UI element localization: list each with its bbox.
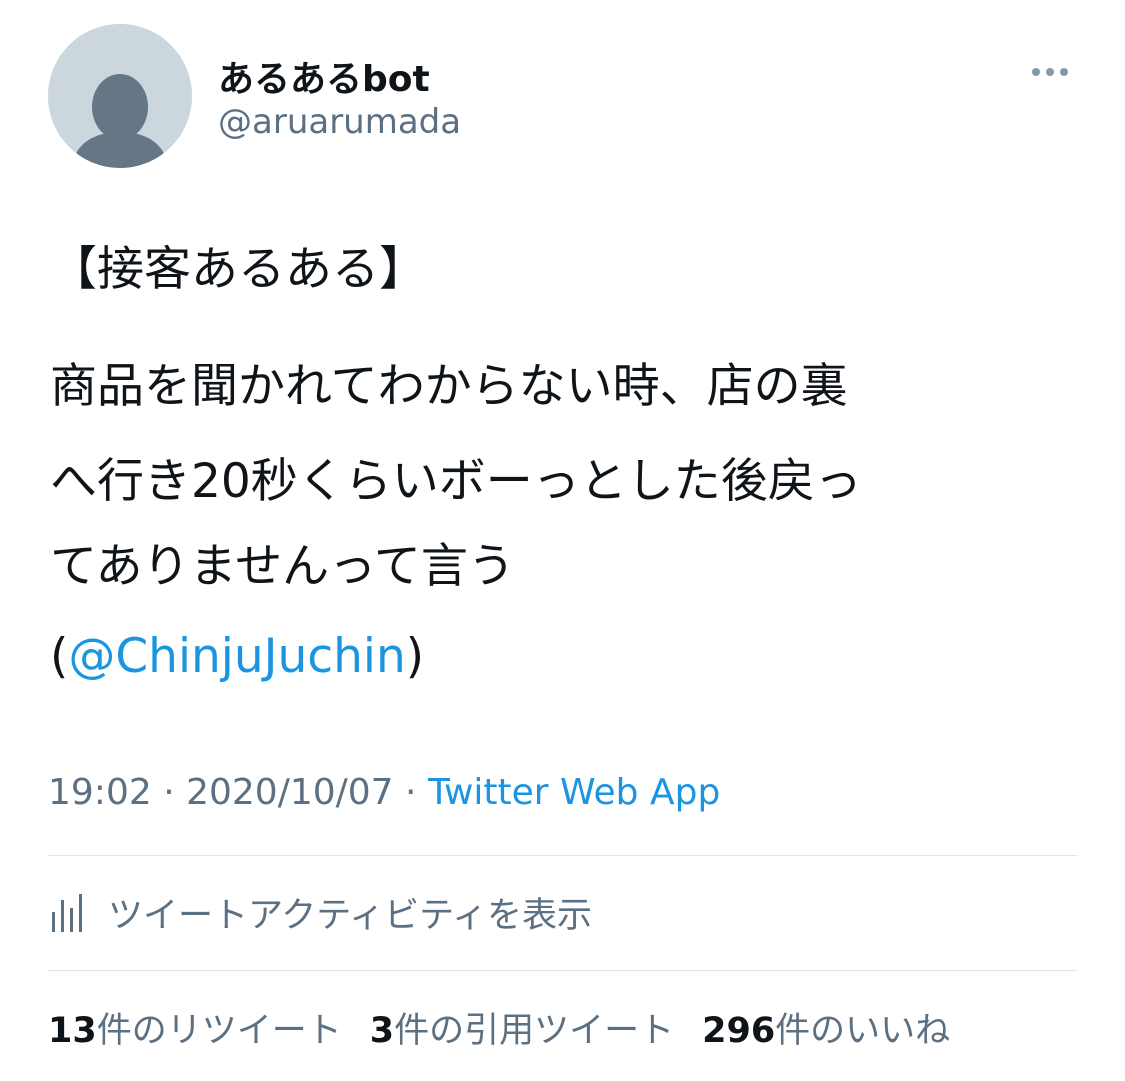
tweet-activity-label: ツイートアクティビティを表示	[108, 895, 593, 936]
tweet-date[interactable]: 2020/10/07	[186, 772, 394, 813]
author-display-name[interactable]: あるあるbot	[218, 50, 430, 102]
meta-separator: ·	[393, 772, 428, 813]
retweets-stat[interactable]: 13件のリツイート	[48, 1002, 342, 1053]
bar-chart-icon	[52, 894, 82, 932]
tweet-source-link[interactable]: Twitter Web App	[428, 772, 720, 813]
mention-link[interactable]: @ChinjuJuchin	[68, 629, 405, 684]
mention-open-paren: (	[50, 629, 69, 684]
tweet-stats: 13件のリツイート 3件の引用ツイート 296件のいいね	[48, 1002, 978, 1053]
likes-stat[interactable]: 296件のいいね	[702, 1002, 950, 1053]
tweet-text-line: てありませんって言う	[50, 539, 515, 594]
tweet-text-line: 商品を聞かれてわからない時、店の裏	[50, 359, 848, 414]
quote-tweets-stat[interactable]: 3件の引用ツイート	[370, 1002, 674, 1053]
meta-separator: ·	[151, 772, 187, 813]
tweet-mention-line: (@ChinjuJuchin)	[50, 627, 424, 687]
divider	[48, 970, 1077, 971]
likes-label: 件のいいね	[775, 1011, 951, 1051]
author-handle[interactable]: @aruarumada	[218, 102, 461, 142]
avatar[interactable]	[48, 24, 192, 168]
quote-tweets-label: 件の引用ツイート	[394, 1011, 675, 1051]
default-profile-icon	[48, 24, 192, 168]
quote-tweets-count: 3	[369, 1011, 395, 1051]
tweet-activity-link[interactable]: ツイートアクティビティを表示	[48, 882, 592, 942]
likes-count: 296	[702, 1011, 776, 1051]
tweet-meta: 19:02 · 2020/10/07 · Twitter Web App	[48, 772, 720, 813]
retweets-count: 13	[48, 1011, 97, 1051]
tweet-time[interactable]: 19:02	[48, 772, 152, 813]
divider	[48, 855, 1077, 856]
tweet-text-line: へ行き20秒くらいボーっとした後戻っ	[50, 454, 862, 509]
mention-close-paren: )	[405, 629, 425, 684]
more-options-icon[interactable]	[1026, 58, 1074, 86]
tweet-heading: 【接客あるある】	[50, 242, 426, 297]
retweets-label: 件のリツイート	[96, 1011, 342, 1051]
